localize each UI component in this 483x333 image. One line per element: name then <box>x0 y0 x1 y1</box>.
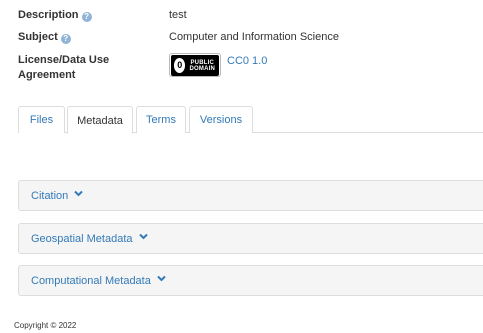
public-domain-mark: 0 PUBLIC DOMAIN <box>171 55 219 76</box>
subject-label-text: Subject <box>18 31 58 43</box>
subject-row: Subject? Computer and Information Scienc… <box>18 30 339 45</box>
license-value: 0 PUBLIC DOMAIN CC0 1.0 <box>169 53 267 77</box>
panel-computational-metadata[interactable]: Computational Metadata <box>18 265 483 296</box>
help-icon[interactable]: ? <box>81 12 92 22</box>
help-icon[interactable]: ? <box>60 34 71 44</box>
tab-files[interactable]: Files <box>18 106 65 133</box>
panel-geospatial-metadata[interactable]: Geospatial Metadata <box>18 223 483 254</box>
dataset-tabs: Files Metadata Terms Versions <box>18 106 483 134</box>
license-row: License/Data Use Agreement 0 PUBLIC DOMA… <box>18 53 267 83</box>
description-row: Description? test <box>18 8 187 23</box>
public-domain-text: PUBLIC DOMAIN <box>189 60 215 72</box>
panel-citation-title: Citation <box>31 189 69 202</box>
cc0-license-link[interactable]: CC0 1.0 <box>227 54 267 69</box>
license-label-line2: Agreement <box>18 69 76 81</box>
tab-terms[interactable]: Terms <box>136 106 186 133</box>
subject-value: Computer and Information Science <box>169 31 339 43</box>
badge-line1: PUBLIC <box>190 59 214 66</box>
chevron-down-icon <box>74 190 84 197</box>
chevron-down-icon <box>157 275 166 282</box>
license-label-line1: License/Data Use <box>18 54 110 66</box>
badge-line2: DOMAIN <box>189 65 215 72</box>
tab-versions[interactable]: Versions <box>189 106 253 133</box>
public-domain-badge: 0 PUBLIC DOMAIN <box>169 53 221 77</box>
tab-metadata[interactable]: Metadata <box>67 106 133 134</box>
chevron-down-icon <box>138 233 148 240</box>
subject-label: Subject? <box>18 30 169 45</box>
panel-geospatial-title: Geospatial Metadata <box>31 232 133 245</box>
description-value: test <box>169 9 187 21</box>
license-label: License/Data Use Agreement <box>18 53 169 83</box>
panel-citation[interactable]: Citation <box>18 180 483 211</box>
panel-computational-title: Computational Metadata <box>31 274 151 287</box>
cc-zero-icon: 0 <box>174 58 186 73</box>
footer-copyright: Copyright © 2022 <box>14 321 77 330</box>
description-label-text: Description <box>18 9 79 21</box>
description-label: Description? <box>18 8 169 23</box>
